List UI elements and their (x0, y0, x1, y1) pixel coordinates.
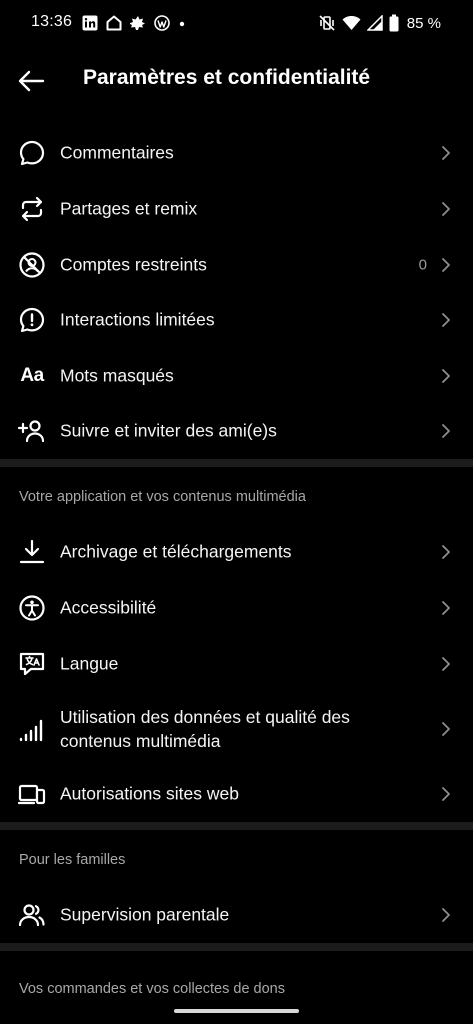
wordpress-icon (154, 15, 170, 31)
chevron-right-icon (439, 144, 453, 162)
signal-icon (366, 15, 383, 31)
row-data-usage[interactable]: Utilisation des données et qualité des c… (0, 697, 473, 761)
page-title: Paramètres et confidentialité (83, 66, 371, 89)
row-label: Supervision parentale (60, 904, 230, 925)
row-label: Autorisations sites web (60, 783, 239, 804)
system-icons: 85 % (318, 13, 441, 33)
signal-bars-icon (17, 714, 47, 744)
row-limited-interactions[interactable]: Interactions limitées (0, 292, 473, 348)
status-time: 13:36 (31, 13, 73, 30)
wifi-icon (342, 15, 361, 31)
chevron-right-icon (439, 906, 453, 924)
row-label: Langue (60, 653, 119, 674)
translate-icon (17, 649, 47, 679)
add-person-icon (17, 416, 47, 446)
header: Paramètres et confidentialité (0, 52, 473, 108)
chevron-right-icon (439, 720, 453, 738)
row-follow-invite[interactable]: Suivre et inviter des ami(e)s (0, 403, 473, 459)
chevron-right-icon (439, 422, 453, 440)
back-arrow-icon (18, 70, 45, 92)
row-archive-downloads[interactable]: Archivage et téléchargements (0, 524, 473, 580)
row-accessibility[interactable]: Accessibilité (0, 580, 473, 636)
comment-icon (17, 138, 47, 168)
restricted-icon (17, 250, 47, 280)
chevron-right-icon (439, 311, 453, 329)
section-title-app: Votre application et vos contenus multim… (19, 489, 306, 505)
chevron-right-icon (439, 655, 453, 673)
section-title-family: Pour les familles (19, 852, 126, 868)
mute-vibrate-icon (318, 14, 336, 32)
row-shares-remix[interactable]: Partages et remix (0, 181, 473, 237)
row-language[interactable]: Langue (0, 636, 473, 692)
text-aa-icon: Aa (17, 361, 47, 391)
chevron-right-icon (439, 367, 453, 385)
home-indicator[interactable] (174, 1009, 299, 1013)
row-website-permissions[interactable]: Autorisations sites web (0, 766, 473, 822)
row-label: Mots masqués (60, 365, 174, 386)
repost-icon (17, 194, 47, 224)
row-label: Comptes restreints (60, 254, 207, 275)
row-hidden-words[interactable]: Aa Mots masqués (0, 348, 473, 404)
home-icon (106, 15, 122, 31)
notification-icons (82, 13, 186, 33)
row-label: Utilisation des données et qualité des c… (60, 707, 350, 751)
chevron-right-icon (439, 200, 453, 218)
row-parental-supervision[interactable]: Supervision parentale (0, 887, 473, 943)
row-label: Commentaires (60, 142, 174, 163)
alert-bubble-icon (17, 305, 47, 335)
chevron-right-icon (439, 785, 453, 803)
leaf-icon (130, 15, 146, 31)
chevron-right-icon (439, 256, 453, 274)
devices-icon (17, 779, 47, 809)
row-label: Interactions limitées (60, 309, 215, 330)
row-comments[interactable]: Commentaires (0, 125, 473, 181)
section-divider (0, 822, 473, 830)
battery-percent: 85 % (406, 14, 441, 32)
row-label: Partages et remix (60, 198, 198, 219)
chevron-right-icon (439, 543, 453, 561)
status-bar: 13:36 85 % (0, 0, 473, 46)
row-label: Archivage et téléchargements (60, 541, 292, 562)
aa-glyph: Aa (20, 365, 44, 386)
row-label: Suivre et inviter des ami(e)s (60, 420, 277, 441)
section-divider (0, 459, 473, 467)
row-restricted-accounts[interactable]: Comptes restreints 0 (0, 237, 473, 293)
row-label: Accessibilité (60, 597, 157, 618)
accessibility-icon (17, 593, 47, 623)
battery-icon (389, 14, 399, 32)
dot-icon (178, 15, 186, 31)
back-button[interactable] (14, 64, 48, 98)
chevron-right-icon (439, 599, 453, 617)
supervision-icon (17, 900, 47, 930)
section-title-orders: Vos commandes et vos collectes de dons (19, 981, 285, 997)
download-icon (17, 537, 47, 567)
section-divider (0, 943, 473, 951)
linkedin-icon (82, 15, 98, 31)
restricted-count: 0 (418, 256, 427, 274)
